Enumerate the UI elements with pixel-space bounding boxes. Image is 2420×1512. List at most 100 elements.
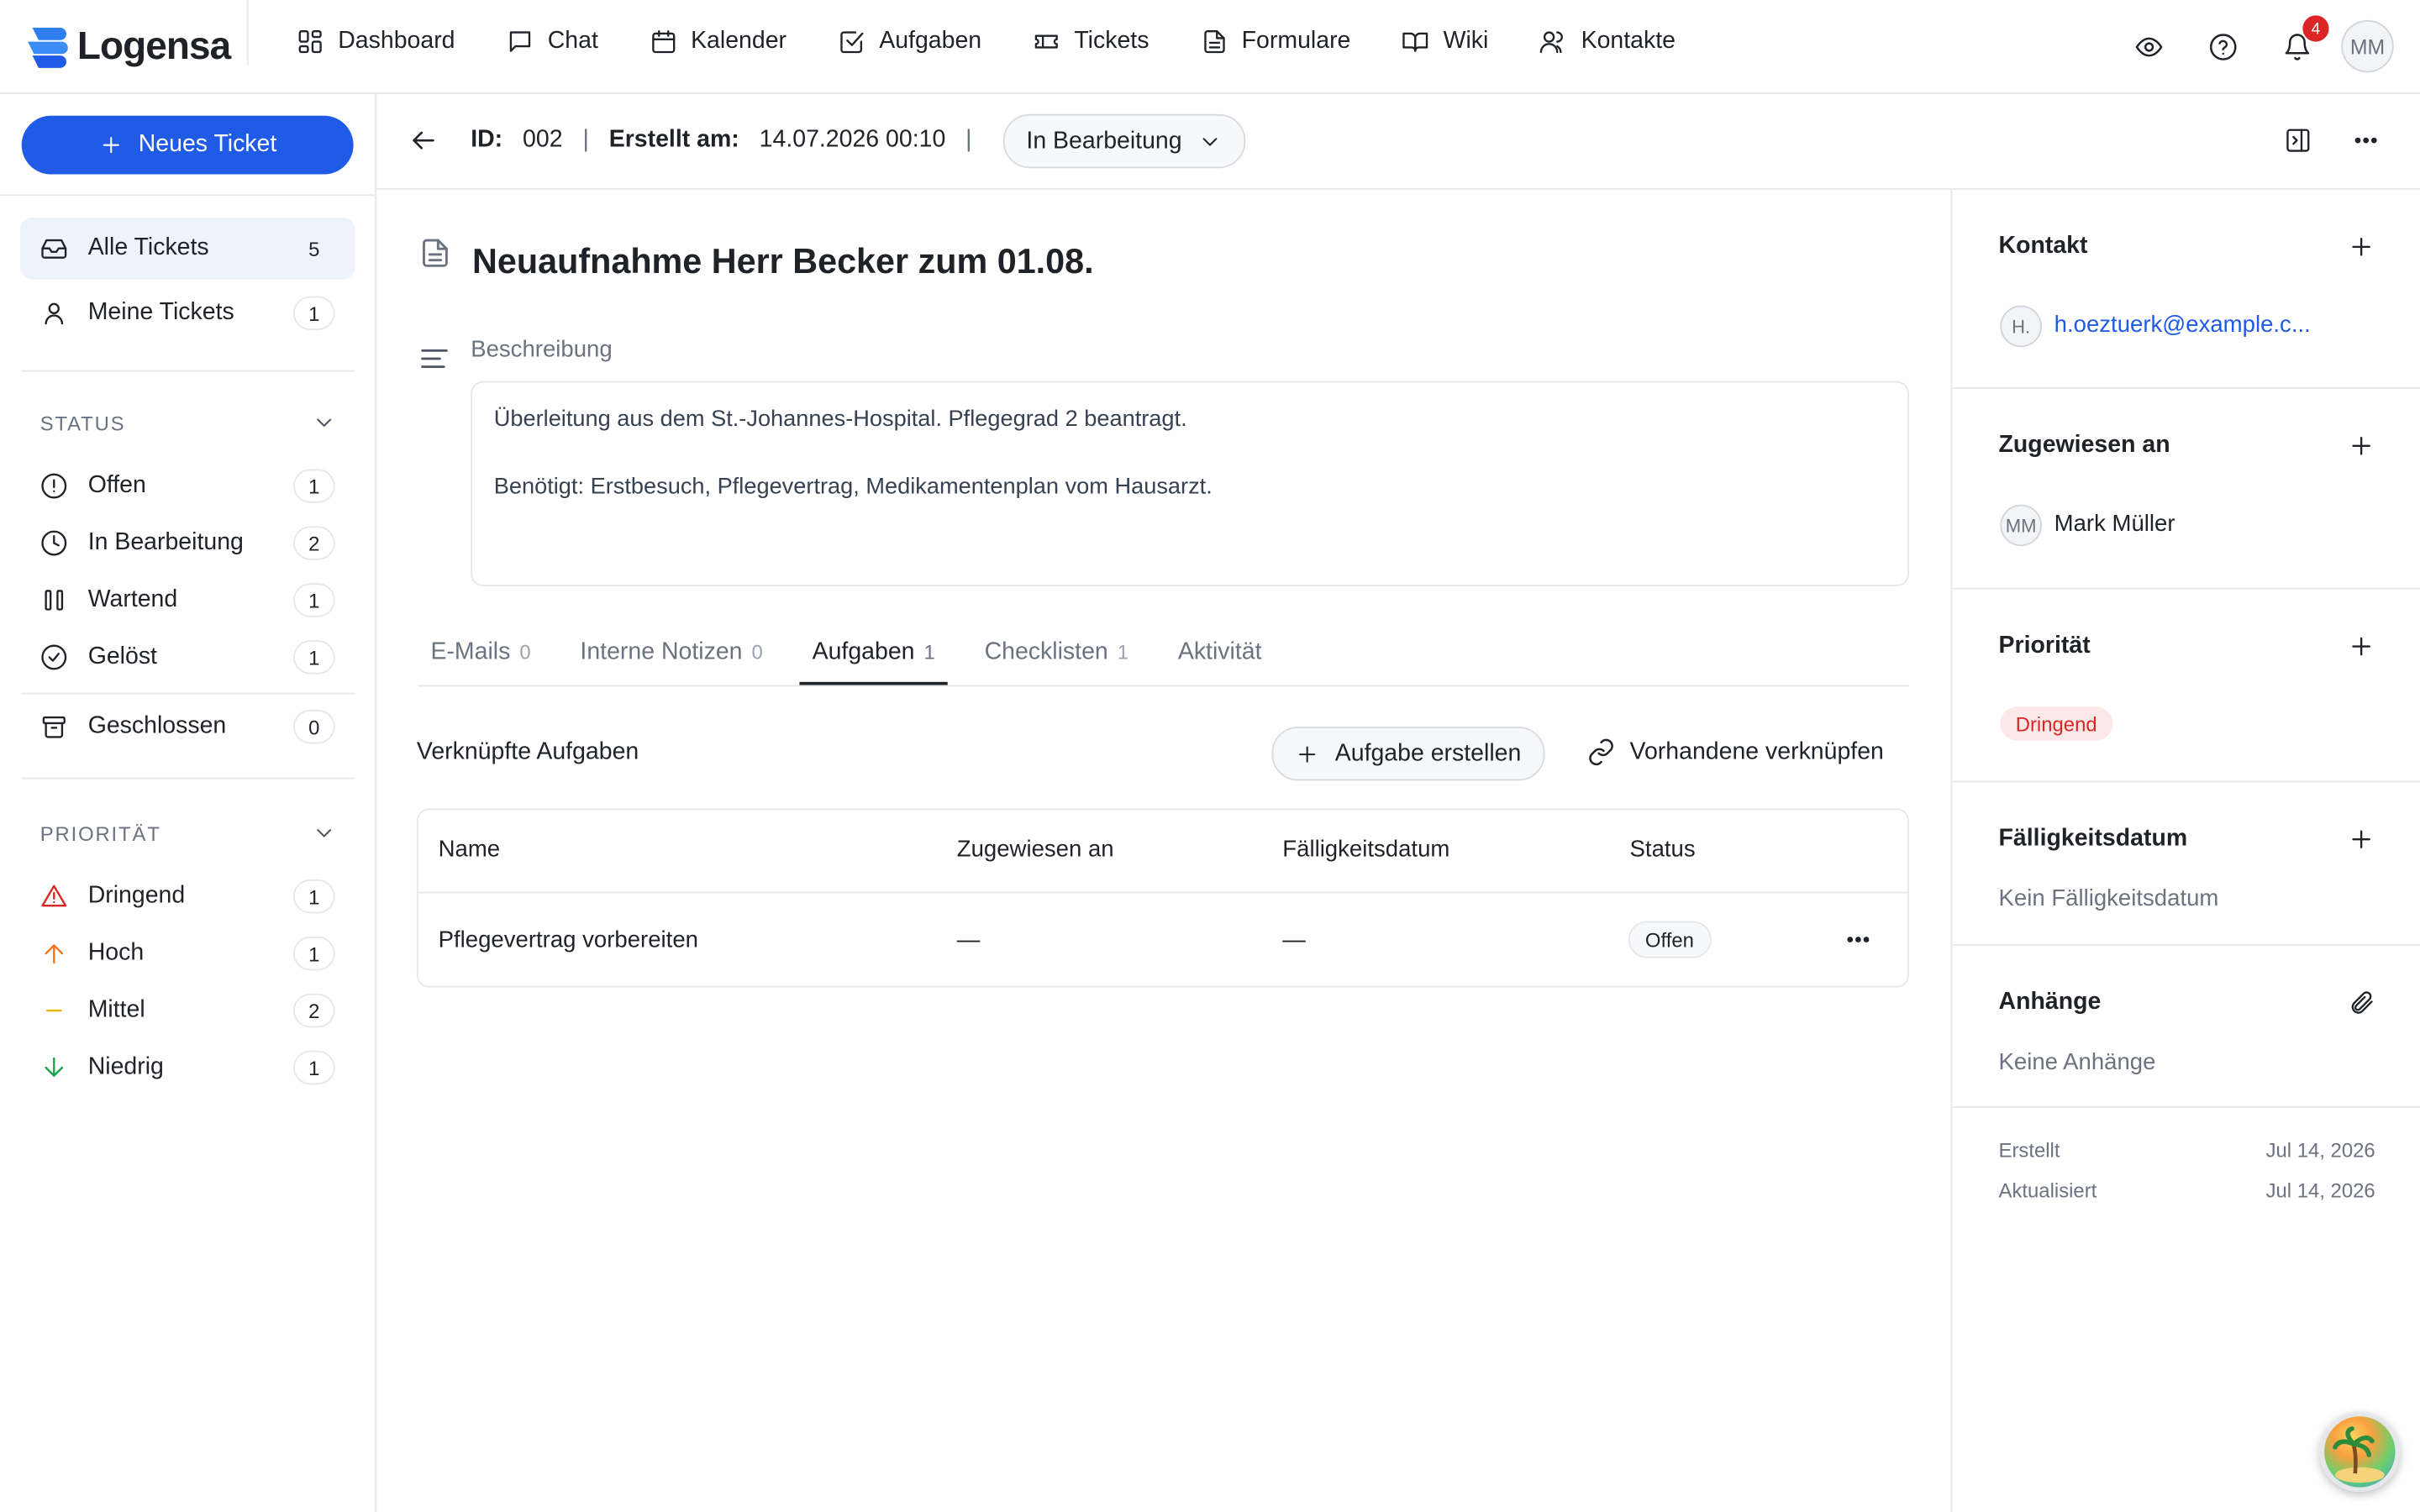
tasks-table: Name Zugewiesen an Fälligkeitsdatum Stat… [416,808,1909,988]
tab-emails[interactable]: E-Mails 0 [418,633,544,685]
nav-forms[interactable]: Formulare [1200,28,1350,55]
tab-checklists[interactable]: Checklisten 1 [972,633,1141,685]
sidebar-item-priority-urgent[interactable]: Dringend 1 [20,865,355,927]
nav-tasks[interactable]: Aufgaben [838,28,982,55]
user-avatar[interactable]: MM [2341,19,2394,73]
ticket-title[interactable]: Neuaufnahme Herr Becker zum 01.08. [472,242,1094,282]
sidebar-item-my-tickets[interactable]: Meine Tickets 1 [20,282,355,344]
task-status-badge: Offen [1628,921,1712,958]
notifications-button[interactable]: 4 [2270,15,2329,72]
plus-icon [2352,830,2370,848]
contact-email-link[interactable]: h.oeztuerk@example.c... [2054,312,2311,338]
tab-tasks[interactable]: Aufgaben 1 [799,633,948,685]
ticket-icon [1034,34,1058,49]
add-contact-button[interactable] [2348,233,2375,260]
nav-tickets[interactable]: Tickets [1033,28,1150,55]
created-value: 14.07.2026 00:10 [759,126,946,153]
add-assignee-button[interactable] [2348,432,2375,459]
nav-tickets-label: Tickets [1074,28,1150,55]
nav-tasks-label: Aufgaben [879,28,982,55]
add-attachment-button[interactable] [2348,989,2375,1016]
link-existing-button[interactable]: Vorhandene verknüpfen [1586,738,1884,767]
sidebar-item-status-closed[interactable]: Geschlossen 0 [20,696,355,757]
priority-section-toggle[interactable]: PRIORITÄT [40,821,337,845]
tab-activity[interactable]: Aktivität [1165,633,1274,685]
updated-meta-label: Aktualisiert [1998,1179,2097,1202]
ticket-meta: ID: 002 | Erstellt am: 14.07.2026 00:10 … [471,127,992,155]
arrow-left-icon [413,131,434,150]
sidebar-item-label: Offen [87,472,146,499]
more-horizontal-icon [1847,937,1870,942]
ticket-tabs: E-Mails 0 Interne Notizen 0 Aufgaben 1 Chec… [418,633,1909,687]
tab-label: Interne Notizen [580,638,743,665]
chat-icon [509,31,530,52]
tab-internal-notes[interactable]: Interne Notizen 0 [568,633,776,685]
sidebar-divider [0,194,376,197]
sidebar-item-all-tickets[interactable]: Alle Tickets 5 [19,217,355,280]
priority-badge[interactable]: Dringend [2000,706,2113,741]
sidebar-item-status-in-progress[interactable]: In Bearbeitung 2 [20,512,355,574]
tab-label: Aufgaben [812,638,915,665]
back-button[interactable] [408,125,439,156]
sidebar-item-priority-high[interactable]: Hoch 1 [20,922,355,984]
checkbox-icon [839,31,863,54]
column-header-due-date[interactable]: Fälligkeitsdatum [1282,836,1449,862]
nav-contacts[interactable]: Kontakte [1539,28,1676,55]
assistant-avatar-button[interactable] [2319,1411,2401,1493]
logo-divider [246,0,249,66]
sidebar-item-count: 1 [292,640,335,675]
sidebar-item-label: Meine Tickets [87,299,234,326]
top-navigation: Logensa Dashboard Chat Kalender Aufgaben [0,0,2420,95]
attachments-title: Anhänge [1998,989,2102,1016]
updated-meta-row: Aktualisiert Jul 14, 2026 [1999,1179,2375,1202]
column-header-status[interactable]: Status [1630,836,1696,862]
chevron-down-icon [317,418,332,427]
description-label: Beschreibung [471,336,613,363]
sidebar-item-label: Dringend [87,882,186,909]
set-priority-button[interactable] [2348,633,2375,660]
status-section-toggle[interactable]: STATUS [40,411,337,435]
due-date-title: Fälligkeitsdatum [1998,825,2188,852]
assignee-name[interactable]: Mark Müller [2054,511,2175,537]
new-ticket-button[interactable]: Neues Ticket [21,115,354,175]
linked-tasks-heading: Verknüpfte Aufgaben [416,738,639,766]
sidebar-item-status-open[interactable]: Offen 1 [20,455,355,517]
column-header-assignee[interactable]: Zugewiesen an [957,836,1114,862]
task-row-more-button[interactable] [1844,926,1872,953]
more-options-button[interactable] [2352,127,2380,155]
sidebar-item-count: 1 [292,296,335,331]
description-field[interactable]: Überleitung aus dem St.-Johannes-Hospita… [471,381,1909,586]
priority-section: Priorität [1952,590,2420,783]
set-due-date-button[interactable] [2348,826,2375,853]
create-task-button[interactable]: Aufgabe erstellen [1271,727,1544,781]
column-header-name[interactable]: Name [439,836,500,862]
task-name[interactable]: Pflegevertrag vorbereiten [439,927,698,953]
created-meta-value: Jul 14, 2026 [2265,1138,2375,1163]
sidebar-item-count: 5 [308,236,320,260]
help-button[interactable] [2196,20,2249,72]
tab-label: Aktivität [1177,638,1262,665]
sidebar-item-priority-low[interactable]: Niedrig 1 [20,1037,355,1098]
status-dropdown[interactable]: In Bearbeitung [1002,113,1245,169]
sidebar-item-status-solved[interactable]: Gelöst 1 [20,627,355,688]
created-meta-row: Erstellt Jul 14, 2026 [1999,1138,2375,1162]
sidebar-item-status-waiting[interactable]: Wartend 1 [20,570,355,631]
attachments-section: Anhänge Keine Anhänge [1952,946,2420,1108]
logo[interactable]: Logensa [28,24,231,70]
description-line: Überleitung aus dem St.-Johannes-Hospita… [493,407,1187,433]
chevron-down-icon [317,829,332,837]
meta-separator: | [582,126,589,153]
nav-wiki[interactable]: Wiki [1402,28,1488,55]
due-date-value: Kein Fälligkeitsdatum [1998,885,2219,912]
nav-calendar[interactable]: Kalender [649,28,786,55]
table-header-divider [418,891,1908,894]
sidebar-item-priority-medium[interactable]: Mittel 2 [20,979,355,1041]
sidebar-item-label: In Bearbeitung [87,528,244,556]
toggle-side-panel-button[interactable] [2284,127,2312,155]
nav-chat[interactable]: Chat [506,28,598,55]
preview-button[interactable] [2122,20,2174,72]
meta-separator: | [965,126,972,153]
nav-dashboard[interactable]: Dashboard [297,28,455,55]
sidebar-divider [21,692,355,695]
plus-icon [103,137,119,154]
